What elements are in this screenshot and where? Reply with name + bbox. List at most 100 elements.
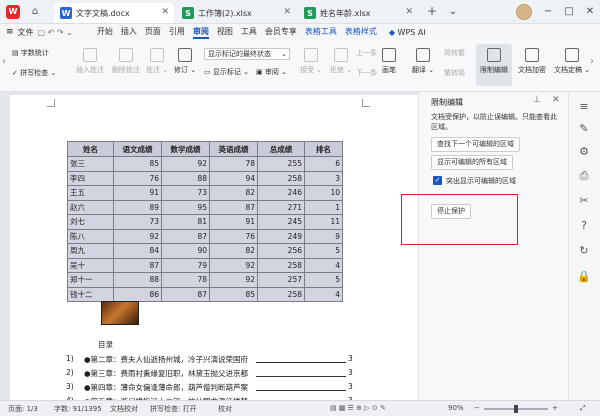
prev-button[interactable]: 上一条: [356, 48, 377, 58]
table-row[interactable]: 郑十一 88 78 92 257 5: [67, 272, 343, 288]
table-cell[interactable]: 246: [257, 185, 305, 201]
tab-0[interactable]: W 文字文稿.docx ✕: [54, 3, 174, 23]
table-cell[interactable]: 89: [113, 199, 162, 215]
table-header-cell[interactable]: 姓名: [67, 141, 114, 157]
page-indicator[interactable]: 页面: 1/3: [8, 404, 38, 414]
restrict-edit-button[interactable]: 限制编辑: [476, 44, 512, 86]
view-mode-icons[interactable]: ▤ ▦ ☰ ⊕ ▷ ⊙ ✎: [330, 404, 386, 412]
table-cell[interactable]: 5: [304, 272, 343, 288]
menu-item[interactable]: 会员专享: [265, 26, 297, 39]
menu-item[interactable]: 表格工具: [305, 26, 337, 39]
table-cell[interactable]: 陈八: [67, 228, 114, 244]
close-window-icon[interactable]: ✕: [582, 4, 598, 20]
table-row[interactable]: 王五 91 73 82 246 10: [67, 185, 343, 201]
insert-comment-button[interactable]: 插入批注: [76, 48, 104, 75]
close-tab-icon[interactable]: ✕: [405, 7, 413, 17]
simp-to-trad-button[interactable]: 简转繁: [444, 48, 465, 58]
table-cell[interactable]: 3: [304, 170, 343, 186]
fullscreen-icon[interactable]: ⤢: [580, 404, 586, 413]
menu-file[interactable]: 文件: [18, 27, 34, 38]
word-count-button[interactable]: ▤ 字数统计: [12, 48, 49, 58]
comment-button[interactable]: 批注 ⌄: [146, 48, 168, 75]
table-row[interactable]: 钱十二 86 87 85 258 4: [67, 286, 343, 302]
table-header-cell[interactable]: 总成绩: [257, 141, 305, 157]
table-cell[interactable]: 87: [209, 199, 258, 215]
table-cell[interactable]: 1: [304, 199, 343, 215]
spell-check-button[interactable]: ✓ 拼写检查 ⌄: [12, 68, 56, 78]
table-cell[interactable]: 90: [161, 243, 210, 259]
tab-list-icon[interactable]: ⌄: [445, 4, 461, 20]
table-cell[interactable]: 258: [257, 286, 305, 302]
table-cell[interactable]: 91: [113, 185, 162, 201]
reject-button[interactable]: 拒绝 ⌄: [330, 48, 352, 75]
word-count-status[interactable]: 字数: 91/1395: [54, 404, 102, 414]
review-button[interactable]: ▣ 审阅 ⌄: [256, 67, 287, 77]
zoom-slider-handle[interactable]: [514, 405, 518, 413]
history-icon[interactable]: ↻: [577, 244, 591, 258]
menu-item[interactable]: 页面: [145, 26, 161, 39]
menu-item[interactable]: 插入: [121, 26, 137, 39]
panel-close-icon[interactable]: ✕: [552, 95, 560, 105]
table-cell[interactable]: 249: [257, 228, 305, 244]
table-cell[interactable]: 91: [209, 214, 258, 230]
lock-icon[interactable]: 🔒: [577, 270, 591, 284]
table-cell[interactable]: 258: [257, 257, 305, 273]
bookmark-icon[interactable]: ⎙: [577, 169, 591, 183]
table-cell[interactable]: 92: [161, 156, 210, 172]
finalize-button[interactable]: 文档定稿 ⌄: [554, 48, 590, 75]
table-cell[interactable]: 73: [113, 214, 162, 230]
table-cell[interactable]: 85: [209, 286, 258, 302]
help-icon[interactable]: ?: [577, 219, 591, 233]
find-next-editable-button[interactable]: 查找下一个可编辑的区域: [431, 137, 520, 152]
new-tab-button[interactable]: +: [427, 4, 437, 18]
table-cell[interactable]: 85: [113, 156, 162, 172]
edit-icon[interactable]: ✎: [577, 122, 591, 136]
table-cell[interactable]: 吴十: [67, 257, 114, 273]
show-final-select[interactable]: 显示标记的最终状态 ⌄: [204, 48, 290, 60]
table-cell[interactable]: 271: [257, 199, 305, 215]
revise-button[interactable]: 修订 ⌄: [174, 48, 196, 75]
table-cell[interactable]: 255: [257, 156, 305, 172]
wps-ai-button[interactable]: ◆ WPS AI: [389, 28, 426, 37]
table-cell[interactable]: 周九: [67, 243, 114, 259]
spell-check-status[interactable]: 拼写检查: 打开: [150, 404, 197, 414]
table-cell[interactable]: 88: [113, 272, 162, 288]
table-cell[interactable]: 钱十二: [67, 286, 114, 302]
table-cell[interactable]: 87: [161, 286, 210, 302]
table-cell[interactable]: 4: [304, 257, 343, 273]
table-row[interactable]: 李四 76 88 94 258 3: [67, 170, 343, 186]
table-row[interactable]: 吴十 87 79 92 258 4: [67, 257, 343, 273]
table-cell[interactable]: 88: [161, 170, 210, 186]
menu-toggle-icon[interactable]: ≡: [6, 27, 14, 37]
table-cell[interactable]: 92: [209, 257, 258, 273]
table-cell[interactable]: 92: [209, 272, 258, 288]
table-cell[interactable]: 258: [257, 170, 305, 186]
highlight-editable-checkbox[interactable]: ✓: [433, 176, 442, 185]
menu-item[interactable]: 审阅: [192, 26, 209, 39]
table-header-cell[interactable]: 语文成绩: [113, 141, 162, 157]
document-page[interactable]: 姓名 语文成绩 数学成绩 英语成绩 总成绩 排名 张三 85 92 78 255 6 李四 76 88 94…: [10, 95, 418, 400]
table-cell[interactable]: 6: [304, 156, 343, 172]
table-cell[interactable]: 82: [209, 185, 258, 201]
table-cell[interactable]: 82: [209, 243, 258, 259]
table-cell[interactable]: 87: [161, 228, 210, 244]
table-cell[interactable]: 李四: [67, 170, 114, 186]
home-icon[interactable]: ⌂: [28, 5, 42, 19]
accept-button[interactable]: 接受 ⌄: [300, 48, 322, 75]
doc-check-status[interactable]: 文档校对: [110, 404, 138, 414]
table-header-cell[interactable]: 数学成绩: [161, 141, 210, 157]
tab-2[interactable]: S 姓名年龄.xlsx ✕: [298, 3, 418, 23]
table-header-cell[interactable]: 排名: [304, 141, 343, 157]
stop-protection-button[interactable]: 停止保护: [431, 204, 471, 219]
table-row[interactable]: 周九 84 90 82 256 5: [67, 243, 343, 259]
table-cell[interactable]: 9: [304, 228, 343, 244]
zoom-out-icon[interactable]: −: [474, 404, 480, 412]
table-row[interactable]: 陈八 92 87 76 249 9: [67, 228, 343, 244]
table-cell[interactable]: 87: [113, 257, 162, 273]
maximize-icon[interactable]: □: [561, 4, 577, 20]
minimize-icon[interactable]: −: [540, 4, 556, 20]
menu-item[interactable]: 开始: [97, 26, 113, 39]
menu-tools-icons[interactable]: ▢ ↶ ↷ ⌄: [38, 28, 73, 37]
show-all-editable-button[interactable]: 显示可编辑的所有区域: [431, 155, 513, 170]
close-tab-icon[interactable]: ✕: [283, 7, 291, 17]
